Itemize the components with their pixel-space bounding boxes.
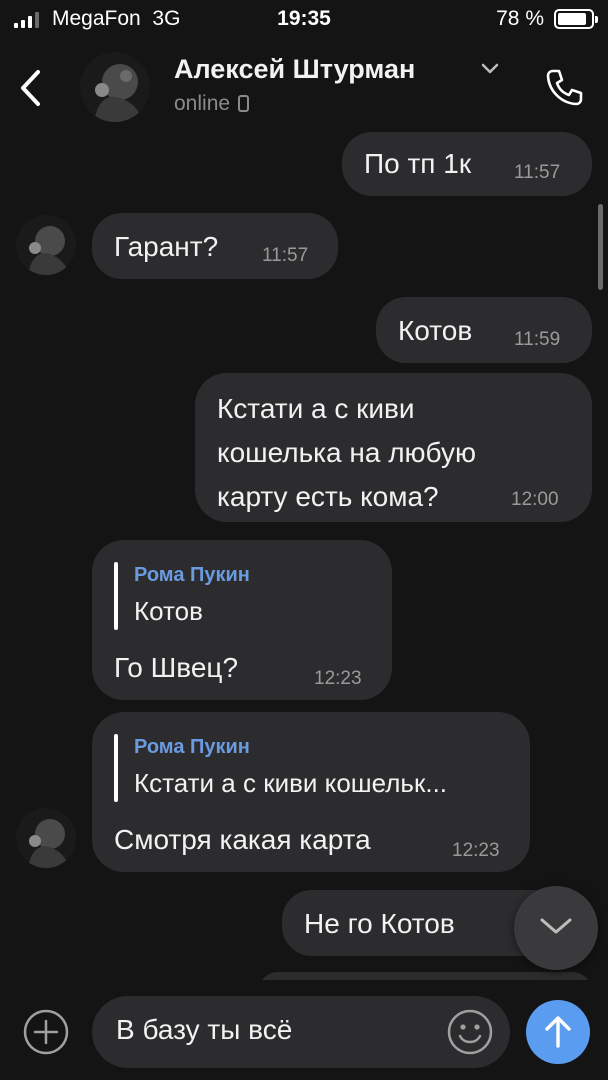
battery-icon [554, 9, 598, 29]
sender-avatar[interactable] [16, 808, 76, 868]
message-time: 12:00 [511, 489, 559, 510]
message-input-bar: В базу ты всё [0, 980, 608, 1080]
message-text: По тп 1к [364, 148, 472, 179]
reply-text: Кстати а с киви кошельк... [134, 768, 448, 798]
message-time: 11:57 [514, 162, 561, 183]
message-bubble-outgoing[interactable]: Кстати а с киви кошелька на любую карту … [195, 373, 592, 522]
message-bubble-outgoing[interactable]: Котов 11:59 [376, 297, 592, 363]
message-text: Гарант? [114, 231, 219, 262]
back-chevron-icon[interactable] [18, 68, 44, 108]
message-time: 11:57 [262, 245, 309, 266]
contact-status: online [174, 92, 250, 116]
send-arrow-icon [545, 1016, 571, 1048]
contact-name[interactable]: Алексей Штурман [174, 54, 415, 85]
mobile-device-icon [238, 95, 250, 112]
status-bar: MegaFon 3G 19:35 78 % [0, 0, 608, 40]
attach-plus-icon[interactable] [22, 1008, 70, 1056]
chat-header: Алексей Штурман online [0, 40, 608, 132]
reply-author: Рома Пукин [134, 564, 250, 586]
message-input-value[interactable]: В базу ты всё [116, 1014, 292, 1046]
reply-quote-bar [114, 562, 118, 630]
reply-author: Рома Пукин [134, 736, 250, 758]
sender-avatar[interactable] [16, 215, 76, 275]
dropdown-chevron-icon[interactable] [480, 62, 500, 76]
message-time: 11:59 [514, 329, 561, 350]
message-time: 12:23 [452, 840, 500, 861]
reply-text: Котов [134, 596, 203, 626]
battery-percent: 78 % [496, 7, 544, 30]
message-time: 12:23 [314, 668, 362, 689]
scroll-to-bottom-button[interactable] [514, 886, 598, 970]
message-bubble-incoming-reply[interactable]: Рома Пукин Котов Го Швец? 12:23 [92, 540, 392, 700]
message-text: Го Швец? [114, 652, 239, 683]
message-bubble-outgoing[interactable]: По тп 1к 11:57 [342, 132, 592, 196]
chevron-down-icon [540, 918, 572, 934]
reply-quote-bar [114, 734, 118, 802]
scrollbar-thumb[interactable] [598, 204, 603, 290]
phone-icon[interactable] [542, 66, 586, 110]
message-text: Смотря какая карта [114, 824, 371, 855]
message-bubble-incoming-reply[interactable]: Рома Пукин Кстати а с киви кошельк... См… [92, 712, 530, 872]
message-text: Не го Котов [304, 908, 455, 939]
online-status: online [174, 92, 231, 115]
message-text: Котов [398, 315, 473, 346]
send-button[interactable] [526, 1000, 590, 1064]
message-text: Кстати а с киви кошелька на любую карту … [217, 393, 476, 512]
contact-avatar[interactable] [80, 52, 150, 122]
emoji-icon[interactable] [446, 1008, 494, 1056]
message-input[interactable]: В базу ты всё [92, 996, 510, 1068]
message-bubble-incoming[interactable]: Гарант? 11:57 [92, 213, 338, 279]
